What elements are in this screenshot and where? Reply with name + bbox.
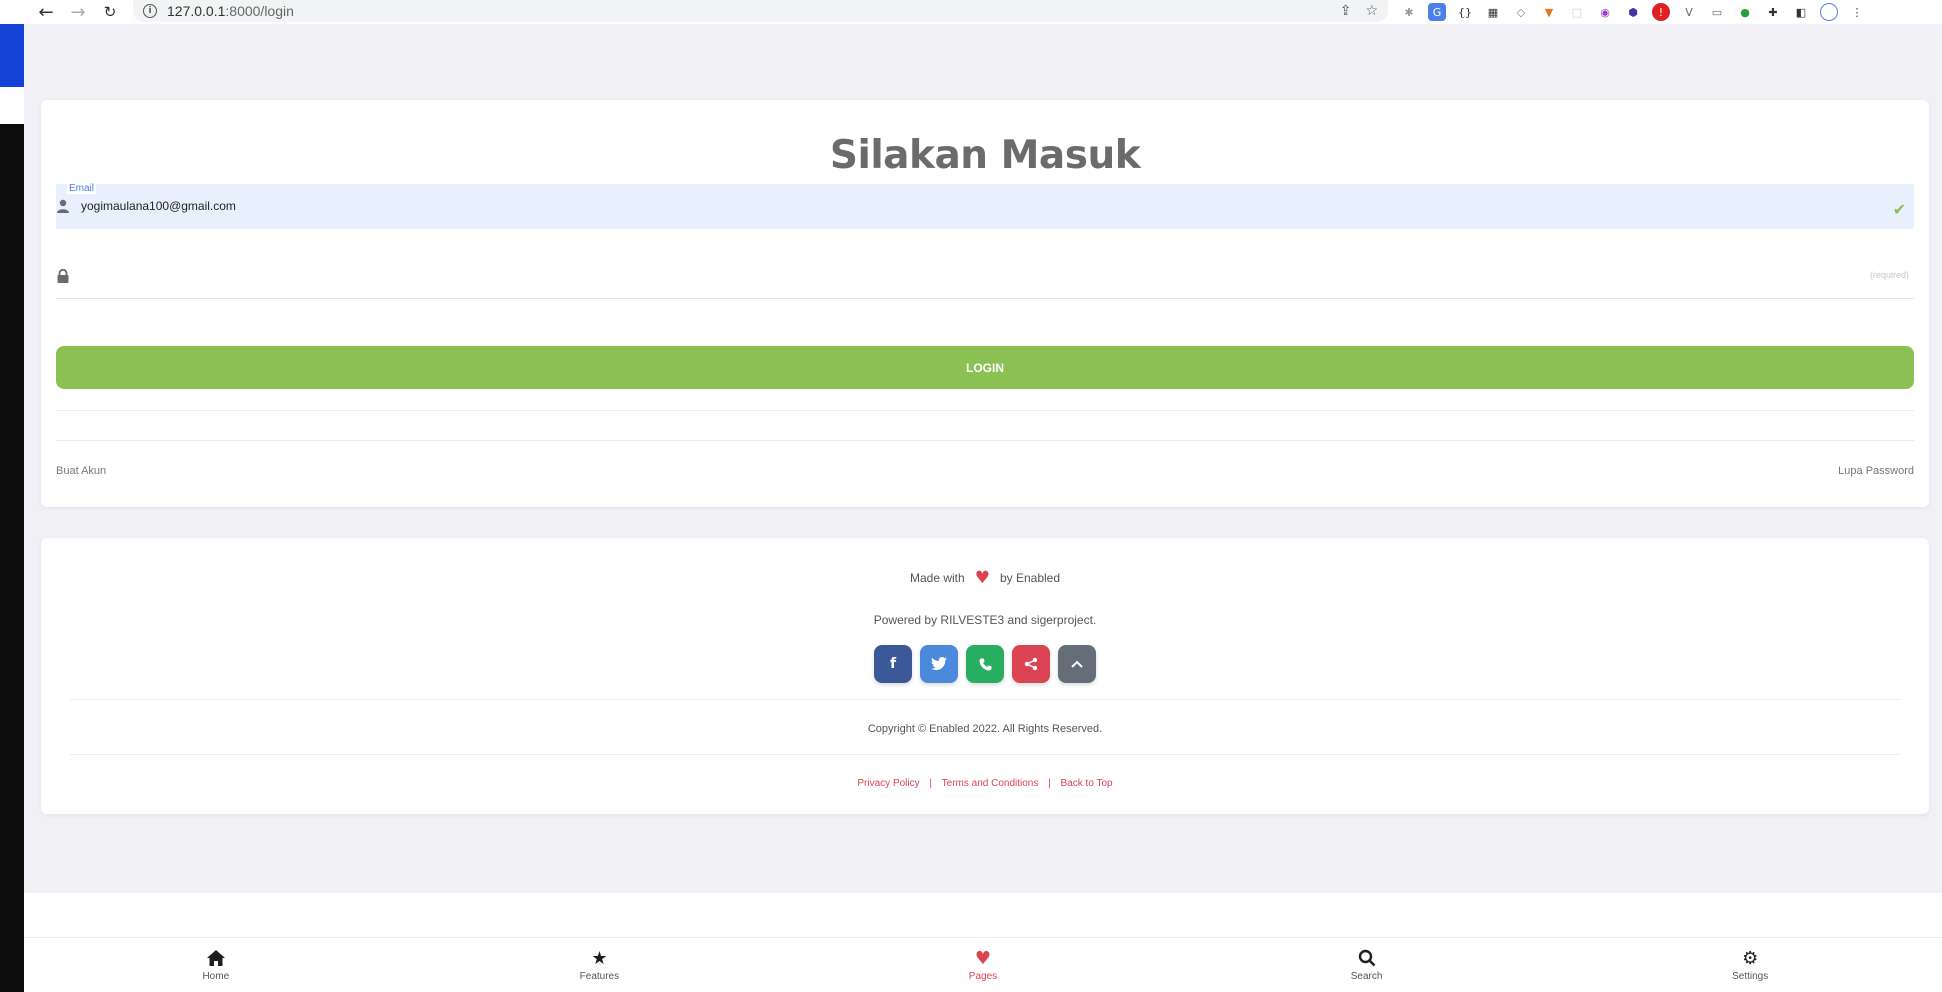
url-text: 127.0.0.1:8000/login	[167, 3, 294, 19]
home-icon	[206, 948, 226, 968]
twitter-icon[interactable]	[920, 645, 958, 683]
email-label: Email	[67, 183, 97, 194]
info-icon[interactable]: i	[143, 4, 157, 18]
vue-extension-icon[interactable]: V	[1680, 3, 1698, 21]
divider	[56, 410, 1914, 411]
search-icon	[1358, 948, 1376, 968]
bottom-spacer	[24, 893, 1942, 937]
window-extension-icon[interactable]: ▭	[1708, 3, 1726, 21]
social-buttons: f	[41, 645, 1929, 683]
back-icon[interactable]: ←	[30, 0, 62, 24]
json-extension-icon[interactable]: {}	[1456, 3, 1474, 21]
required-hint: (required)	[1869, 270, 1909, 280]
extensions-bar: ✱ G {} ▦ ◇ ▼ □ ◉ ⬢ ! V ▭ ● ✚ ◧ ⋮	[1400, 0, 1866, 24]
footer-divider	[70, 699, 1900, 700]
heart-icon: ♥	[974, 568, 990, 588]
bookmark-star-icon[interactable]: ☆	[1365, 3, 1378, 19]
browser-toolbar: ← → ↻ i 127.0.0.1:8000/login ⇪ ☆ ✱ G {} …	[0, 0, 1942, 24]
chevron-up-icon[interactable]	[1058, 645, 1096, 683]
hexagon-extension-icon[interactable]: ⬢	[1624, 3, 1642, 21]
nav-item-features[interactable]: ★ Features	[408, 938, 792, 992]
login-button[interactable]: LOGIN	[56, 346, 1914, 389]
desktop-background-strip	[0, 24, 24, 992]
metamask-extension-icon[interactable]: ▼	[1540, 3, 1558, 21]
blank-extension-icon[interactable]: □	[1568, 3, 1586, 21]
copyright-text: Copyright © Enabled 2022. All Rights Res…	[867, 723, 1103, 735]
share-page-icon[interactable]: ⇪	[1340, 3, 1352, 19]
email-value: yogimaulana100@gmail.com	[81, 199, 236, 213]
password-field[interactable]: (required)	[56, 245, 1914, 299]
nav-item-settings[interactable]: ⚙ Settings	[1558, 938, 1942, 992]
lock-icon	[57, 269, 69, 283]
email-field[interactable]: Email yogimaulana100@gmail.com ✔	[56, 183, 1914, 229]
page-content: Silakan Masuk Email yogimaulana100@gmail…	[24, 24, 1942, 893]
sidebar-icon[interactable]: ◧	[1792, 3, 1810, 21]
by-enabled-text: by Enabled	[999, 571, 1060, 585]
radio-extension-icon[interactable]: ◉	[1596, 3, 1614, 21]
bottom-nav: Home ★ Features ♥ Pages Search ⚙ Setting…	[24, 937, 1942, 992]
menu-dots-icon[interactable]: ⋮	[1848, 3, 1866, 21]
globe-extension-icon[interactable]: ●	[1736, 3, 1754, 21]
made-with-line: Made with ♥ by Enabled	[41, 568, 1929, 588]
made-with-text: Made with	[910, 571, 965, 585]
extension-icon[interactable]: ✱	[1400, 3, 1418, 21]
footer-divider	[70, 754, 1900, 755]
nav-item-search[interactable]: Search	[1175, 938, 1559, 992]
back-to-top-link[interactable]: Back to Top	[1061, 778, 1113, 789]
gear-icon: ⚙	[1742, 947, 1759, 969]
privacy-policy-link[interactable]: Privacy Policy	[857, 778, 919, 789]
puzzle-icon[interactable]: ✚	[1764, 3, 1782, 21]
phone-icon[interactable]	[966, 645, 1004, 683]
nav-item-home[interactable]: Home	[24, 938, 408, 992]
check-icon: ✔	[1892, 200, 1906, 219]
powered-by-text: Powered by RILVESTE3 and sigerproject.	[873, 613, 1097, 627]
address-bar[interactable]: i 127.0.0.1:8000/login ⇪ ☆	[133, 0, 1388, 22]
heart-icon: ♥	[974, 947, 992, 969]
forgot-password-link[interactable]: Lupa Password	[1838, 465, 1914, 477]
qr-extension-icon[interactable]: ▦	[1484, 3, 1502, 21]
red-extension-icon[interactable]: !	[1652, 3, 1670, 21]
page-title: Silakan Masuk	[829, 133, 1141, 178]
login-card: Silakan Masuk Email yogimaulana100@gmail…	[41, 100, 1929, 507]
profile-avatar-icon[interactable]	[1820, 3, 1838, 21]
divider	[56, 440, 1914, 441]
star-icon: ★	[591, 947, 608, 969]
reload-icon[interactable]: ↻	[94, 0, 126, 24]
forward-icon[interactable]: →	[62, 0, 94, 24]
footer-card: Made with ♥ by Enabled Powered by RILVES…	[41, 538, 1929, 814]
user-icon	[57, 199, 69, 213]
translate-extension-icon[interactable]: G	[1428, 3, 1446, 21]
shield-extension-icon[interactable]: ◇	[1512, 3, 1530, 21]
nav-item-pages[interactable]: ♥ Pages	[791, 938, 1175, 992]
legal-links: Privacy Policy | Terms and Conditions | …	[857, 778, 1113, 789]
terms-link[interactable]: Terms and Conditions	[942, 778, 1039, 789]
facebook-icon[interactable]: f	[874, 645, 912, 683]
create-account-link[interactable]: Buat Akun	[56, 465, 106, 477]
share-icon[interactable]	[1012, 645, 1050, 683]
